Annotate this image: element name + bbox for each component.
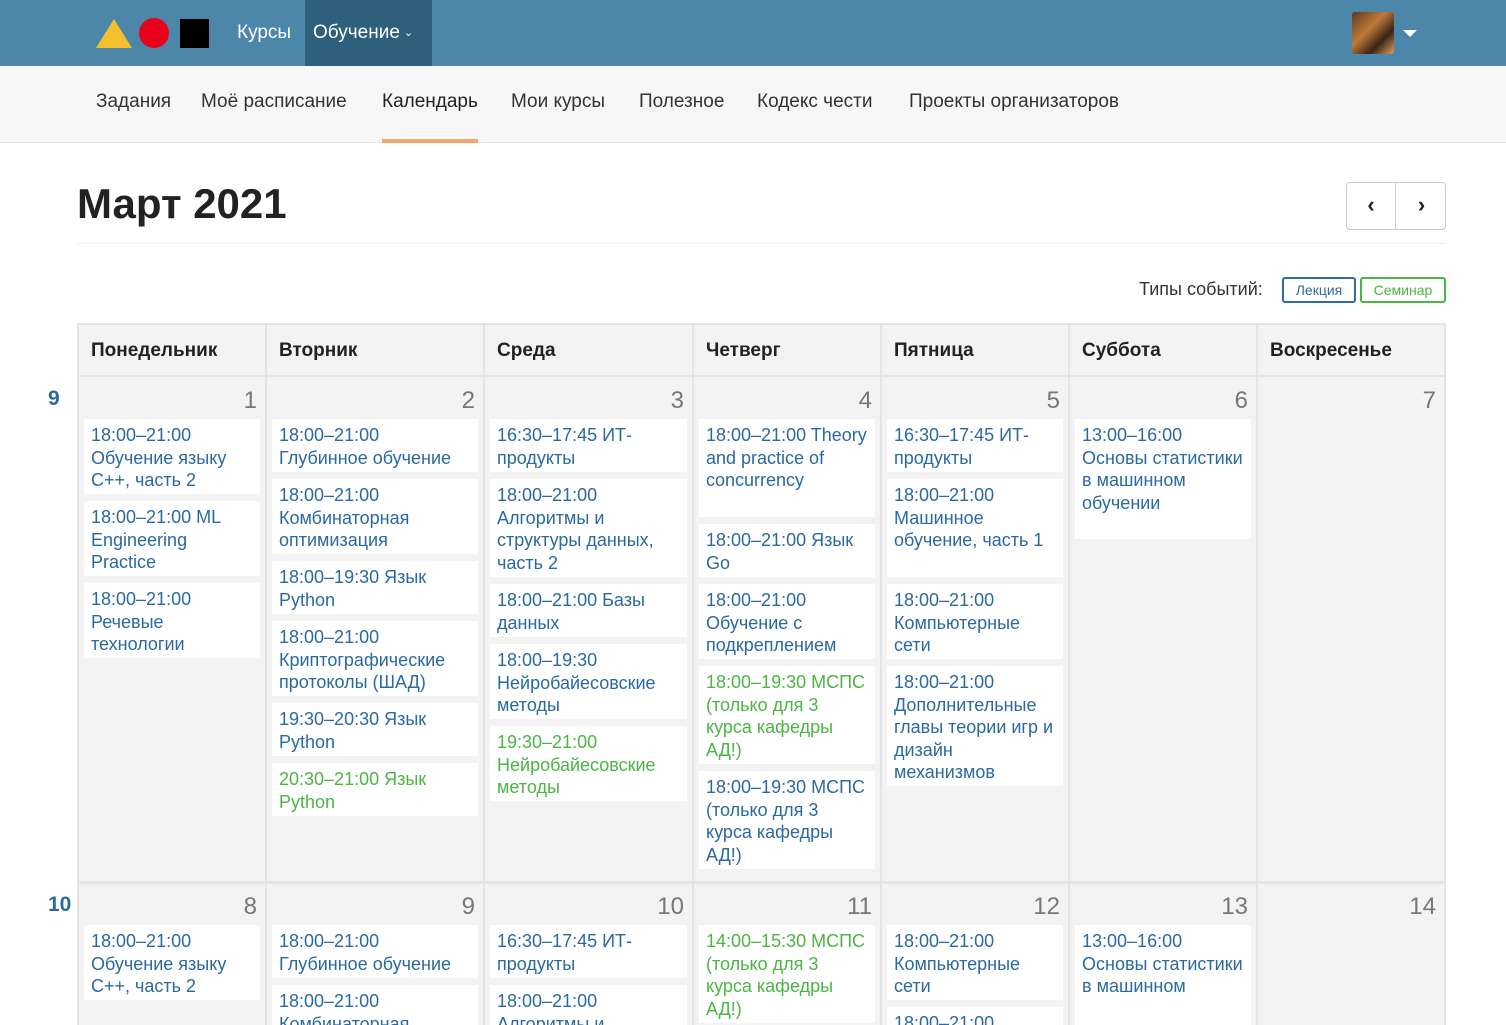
calendar-event[interactable]: 18:00–21:00 Алгоритмы и структуры данных… <box>490 479 687 577</box>
grid-column-divider <box>880 325 882 1025</box>
event-types-label: Типы событий: <box>1139 279 1263 299</box>
day-number: 11 <box>847 893 872 920</box>
calendar-event[interactable]: 18:00–21:00 Криптографические протоколы … <box>272 621 478 696</box>
calendar-event[interactable]: 18:00–21:00 Базы данных <box>490 584 687 637</box>
calendar-event[interactable]: 18:00–21:00 Обучение с подкреплением <box>699 584 875 659</box>
next-month-button[interactable]: › <box>1397 183 1446 229</box>
calendar-event[interactable]: 20:30–21:00 Язык Python <box>272 763 478 816</box>
week-divider <box>79 881 1444 884</box>
day-number: 9 <box>461 893 475 920</box>
nav-courses-link[interactable]: Курсы <box>229 0 299 66</box>
calendar-event[interactable]: 18:00–21:00 Обучение языку C++, часть 2 <box>84 419 260 494</box>
prev-month-button[interactable]: ‹ <box>1347 183 1396 229</box>
sub-navbar: Задания Моё расписание Календарь Мои кур… <box>0 66 1506 143</box>
subnav-organizer-projects[interactable]: Проекты организаторов <box>909 66 1119 143</box>
nav-learning-label: Обучение <box>313 22 400 43</box>
subnav-schedule[interactable]: Моё расписание <box>201 66 347 143</box>
calendar-event[interactable]: 18:00–19:30 МСПС (только для 3 курса каф… <box>699 666 875 764</box>
lecture-badge[interactable]: Лекция <box>1282 277 1356 303</box>
month-pager: ‹ › <box>1346 182 1446 230</box>
day-number: 5 <box>1046 387 1060 414</box>
weekday-header: Понедельник <box>79 325 267 377</box>
nav-learning-dropdown[interactable]: Обучение ⌄ <box>305 0 432 66</box>
calendar-event[interactable]: 19:30–20:30 Язык Python <box>272 703 478 756</box>
calendar-event[interactable]: 18:00–19:30 МСПС (только для 3 курса каф… <box>699 771 875 869</box>
top-navbar: Курсы Обучение ⌄ <box>0 0 1506 66</box>
day-number: 10 <box>657 893 684 920</box>
day-number: 6 <box>1234 387 1248 414</box>
week-number[interactable]: 9 <box>48 387 60 411</box>
divider <box>77 243 1446 244</box>
day-number: 1 <box>243 387 257 414</box>
day-number: 3 <box>670 387 684 414</box>
subnav-tasks[interactable]: Задания <box>96 66 171 143</box>
page-title: Март 2021 <box>77 180 287 227</box>
calendar-event[interactable]: 18:00–21:00 Обучение языку C++, часть 2 <box>84 925 260 1000</box>
calendar-event[interactable]: 18:00–21:00 Алгоритмы и <box>490 985 687 1025</box>
chevron-down-icon: ⌄ <box>403 27 414 39</box>
calendar-event[interactable]: 18:00–21:00 Комбинаторная оптимизация <box>272 479 478 554</box>
calendar-event[interactable]: 16:30–17:45 ИТ-продукты <box>490 419 687 472</box>
day-number: 8 <box>243 893 257 920</box>
week-number[interactable]: 10 <box>48 893 71 917</box>
calendar-event[interactable]: 18:00–21:00 Компьютерные сети <box>887 925 1063 1000</box>
calendar-event[interactable]: 18:00–21:00 Язык Go <box>699 524 875 577</box>
calendar-event[interactable]: 18:00–21:00 Компьютерные сети <box>887 584 1063 659</box>
grid-column-divider <box>1068 325 1070 1025</box>
calendar-event[interactable]: 18:00–19:30 Язык Python <box>272 561 478 614</box>
subnav-useful[interactable]: Полезное <box>639 66 724 143</box>
calendar-event[interactable]: 18:00–19:30 Нейробайесовские методы <box>490 644 687 719</box>
calendar-event[interactable]: 13:00–16:00 Основы статистики в машинном <box>1075 925 1251 1025</box>
seminar-badge[interactable]: Семинар <box>1360 277 1446 303</box>
user-avatar[interactable] <box>1352 12 1394 54</box>
grid-column-divider <box>692 325 694 1025</box>
calendar-event[interactable]: 18:00–21:00 Машинное обучение, часть 1 <box>887 479 1063 577</box>
calendar-event[interactable]: 18:00–21:00 Дополнительные главы теории … <box>887 666 1063 786</box>
subnav-my-courses[interactable]: Мои курсы <box>511 66 605 143</box>
logo-triangle-icon[interactable] <box>96 19 132 48</box>
weekday-header: Воскресенье <box>1258 325 1444 377</box>
calendar-event[interactable]: 13:00–16:00 Основы статистики в машинном… <box>1075 419 1251 539</box>
calendar-grid: Понедельник Вторник Среда Четверг Пятница Суб… <box>77 323 1446 1025</box>
subnav-honor-code[interactable]: Кодекс чести <box>757 66 872 143</box>
weekday-header: Четверг <box>694 325 882 377</box>
grid-column-divider <box>483 325 485 1025</box>
calendar-event[interactable]: 18:00–21:00 <box>887 1007 1063 1025</box>
weekday-header: Пятница <box>882 325 1070 377</box>
day-number: 12 <box>1033 893 1060 920</box>
logo-square-icon[interactable] <box>180 19 209 48</box>
logo-circle-icon[interactable] <box>139 18 169 48</box>
caret-down-icon[interactable] <box>1403 30 1417 37</box>
calendar-event[interactable]: 14:00–15:30 МСПС (только для 3 курса каф… <box>699 925 875 1023</box>
weekday-header: Суббота <box>1070 325 1258 377</box>
calendar-event[interactable]: 18:00–21:00 Комбинаторная <box>272 985 478 1025</box>
day-number: 7 <box>1422 387 1436 414</box>
grid-column-divider <box>265 325 267 1025</box>
weekday-header: Вторник <box>267 325 485 377</box>
subnav-calendar[interactable]: Календарь <box>382 66 478 143</box>
day-number: 2 <box>461 387 475 414</box>
calendar-event[interactable]: 18:00–21:00 Theory and practice of concu… <box>699 419 875 517</box>
calendar-event[interactable]: 18:00–21:00 Речевые технологии <box>84 583 260 658</box>
day-number: 14 <box>1409 893 1436 920</box>
day-number: 4 <box>858 387 872 414</box>
day-number: 13 <box>1221 893 1248 920</box>
calendar-event[interactable]: 16:30–17:45 ИТ-продукты <box>887 419 1063 472</box>
grid-column-divider <box>1256 325 1258 1025</box>
weekday-header: Среда <box>485 325 694 377</box>
calendar-event[interactable]: 18:00–21:00 Глубинное обучение <box>272 925 478 978</box>
calendar-event[interactable]: 16:30–17:45 ИТ-продукты <box>490 925 687 978</box>
calendar-event[interactable]: 19:30–21:00 Нейробайесовские методы <box>490 726 687 801</box>
calendar-event[interactable]: 18:00–21:00 Глубинное обучение <box>272 419 478 472</box>
calendar-event[interactable]: 18:00–21:00 ML Engineering Practice <box>84 501 260 576</box>
